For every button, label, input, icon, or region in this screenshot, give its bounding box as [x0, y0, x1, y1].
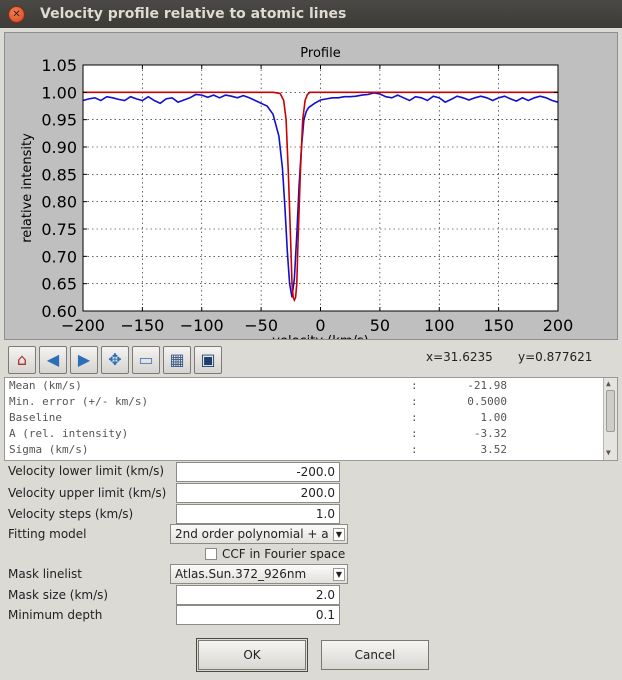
stat-row: A (rel. intensity) : -3.32 [9, 427, 599, 443]
x-tick-label: −50 [244, 316, 278, 335]
stat-label: Sigma (km/s) [9, 443, 89, 456]
y-tick-label: 0.85 [41, 165, 77, 184]
scroll-down-icon[interactable]: ▼ [606, 448, 611, 457]
y-tick-label: 0.70 [41, 247, 77, 266]
cancel-button[interactable]: Cancel [321, 640, 429, 670]
stat-separator: : [411, 443, 418, 456]
fit-results-panel[interactable]: Mean (km/s) : -21.98 Min. error (+/- km/… [4, 377, 618, 461]
fitting-model-label: Fitting model [8, 527, 87, 541]
configure-subplots-icon[interactable]: ▦ [163, 346, 191, 374]
y-tick-label: 1.05 [41, 56, 77, 75]
stat-separator: : [411, 427, 418, 440]
stat-row: Sigma (km/s) : 3.52 [9, 443, 599, 459]
close-window-button[interactable]: ✕ [8, 6, 25, 23]
velocity-upper-input[interactable]: 200.0 [176, 483, 340, 503]
window-titlebar: ✕ Velocity profile relative to atomic li… [0, 0, 622, 28]
home-icon[interactable]: ⌂ [8, 346, 36, 374]
x-tick-label: 50 [370, 316, 390, 335]
stat-label: Baseline [9, 411, 62, 424]
profile-chart: −200 −150 −100 −50 0 50 100 150 2000.600.650.700… [20, 46, 574, 339]
y-axis-label: relative intensity [20, 133, 35, 243]
chevron-down-icon: ▼ [333, 568, 345, 581]
forward-arrow-icon[interactable]: ▶ [70, 346, 98, 374]
ccf-fourier-label: CCF in Fourier space [222, 547, 346, 561]
zoom-rect-icon[interactable]: ▭ [132, 346, 160, 374]
mask-linelist-value: Atlas.Sun.372_926nm [175, 567, 307, 581]
ok-button[interactable]: OK [196, 638, 308, 672]
mask-size-input[interactable]: 2.0 [176, 585, 340, 605]
minimum-depth-input[interactable]: 0.1 [176, 605, 340, 625]
chart-title: Profile [300, 46, 340, 61]
stat-value: 1.00 [480, 411, 508, 424]
x-tick-label: 200 [543, 316, 574, 335]
x-axis-label: velocity (km/s) [272, 334, 368, 339]
y-tick-label: 1.00 [41, 83, 77, 102]
velocity-lower-input[interactable]: -200.0 [176, 462, 340, 482]
fitting-model-select[interactable]: 2nd order polynomial + a ▼ [170, 524, 348, 544]
x-tick-label: 0 [315, 316, 325, 335]
x-tick-label: −150 [120, 316, 164, 335]
stat-row: Mean (km/s) : -21.98 [9, 379, 599, 395]
stat-row: Min. error (+/- km/s) : 0.5000 [9, 395, 599, 411]
pan-move-icon[interactable]: ✥ [101, 346, 129, 374]
ccf-fourier-checkbox[interactable] [205, 548, 217, 560]
y-tick-label: 0.80 [41, 193, 77, 212]
velocity-upper-label: Velocity upper limit (km/s) [8, 486, 167, 500]
scroll-up-icon[interactable]: ▲ [606, 379, 611, 388]
velocity-steps-input[interactable]: 1.0 [176, 504, 340, 524]
stat-separator: : [411, 411, 418, 424]
fitting-model-value: 2nd order polynomial + a [175, 527, 329, 541]
stat-value: 3.52 [480, 443, 508, 456]
y-tick-label: 0.60 [41, 302, 77, 321]
window-title: Velocity profile relative to atomic line… [40, 6, 347, 22]
chevron-down-icon: ▼ [333, 528, 345, 541]
y-tick-label: 0.95 [41, 111, 77, 130]
velocity-steps-label: Velocity steps (km/s) [8, 507, 134, 521]
plot-canvas[interactable]: −200 −150 −100 −50 0 50 100 150 200 0.60 0.65 0.70 0… [4, 32, 618, 340]
stat-label: Min. error (+/- km/s) [9, 395, 149, 408]
stat-label: Mean (km/s) [9, 379, 82, 392]
back-arrow-icon[interactable]: ◀ [39, 346, 67, 374]
stat-value: -21.98 [467, 379, 507, 392]
y-tick-label: 0.90 [41, 138, 77, 157]
stat-separator: : [411, 395, 418, 408]
minimum-depth-label: Minimum depth [8, 608, 103, 622]
y-tick-label: 0.75 [41, 220, 77, 239]
results-scrollbar[interactable]: ▲ ▼ [603, 378, 617, 460]
stat-label: A (rel. intensity) [9, 427, 129, 440]
velocity-lower-label: Velocity lower limit (km/s) [8, 464, 165, 478]
stat-value: -3.32 [473, 427, 507, 440]
mask-linelist-select[interactable]: Atlas.Sun.372_926nm ▼ [170, 564, 348, 584]
stat-separator: : [411, 379, 418, 392]
y-coordinate-readout: y=0.877621 [518, 350, 593, 364]
stat-value: 0.5000 [467, 395, 507, 408]
x-coordinate-readout: x=31.6235 [426, 350, 493, 364]
x-tick-label: 100 [424, 316, 455, 335]
x-tick-label: −100 [180, 316, 224, 335]
y-tick-label: 0.65 [41, 275, 77, 294]
scrollbar-thumb[interactable] [606, 390, 615, 432]
mask-size-label: Mask size (km/s) [8, 588, 109, 602]
stat-row: Baseline : 1.00 [9, 411, 599, 427]
x-tick-label: 150 [483, 316, 514, 335]
mask-linelist-label: Mask linelist [8, 567, 83, 581]
save-floppy-icon[interactable]: ▣ [194, 346, 222, 374]
